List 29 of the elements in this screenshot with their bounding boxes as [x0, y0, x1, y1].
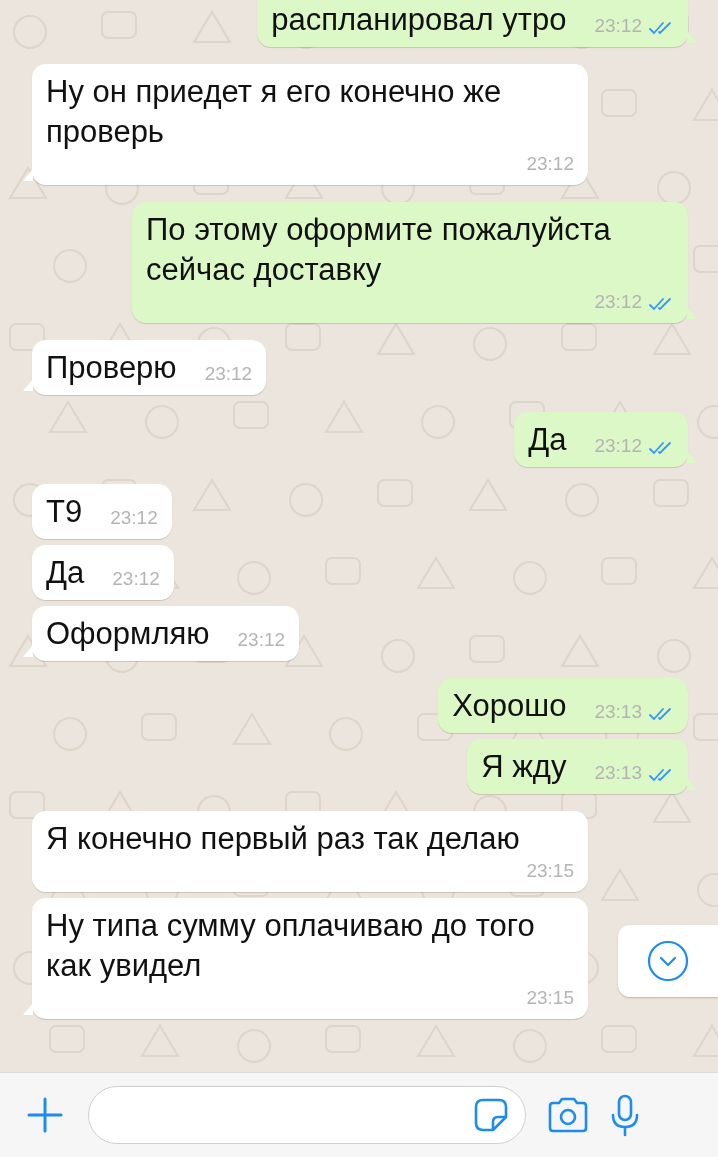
- message-text: Т9: [46, 493, 83, 531]
- camera-icon[interactable]: [546, 1096, 590, 1134]
- message-text: Оформляю: [46, 615, 210, 653]
- message-time: 23:12: [112, 567, 160, 591]
- message-time: 23:12: [594, 14, 642, 38]
- message-text: Хорошо: [452, 687, 567, 725]
- message-text: Я конечно первый раз так делаю: [46, 820, 521, 858]
- message-time: 23:12: [594, 434, 642, 458]
- scroll-down-button[interactable]: [618, 925, 718, 997]
- sticker-icon[interactable]: [473, 1097, 509, 1133]
- message-time: 23:15: [526, 986, 574, 1010]
- message-text: Проверю: [46, 349, 177, 387]
- message-time: 23:12: [237, 628, 286, 652]
- message-time: 23:12: [110, 506, 158, 530]
- microphone-icon[interactable]: [610, 1093, 640, 1137]
- message-time: 23:12: [594, 290, 642, 314]
- chevron-down-icon: [646, 939, 690, 983]
- message-time: 23:13: [594, 700, 642, 724]
- message-text: Я жду: [481, 748, 567, 786]
- message-time: 23:13: [594, 761, 642, 785]
- message-text: Ну типа сумму оплачиваю до того как увидел: [46, 907, 536, 985]
- message-text: Да: [46, 554, 85, 592]
- message-text: Да: [528, 421, 567, 459]
- message-time: 23:12: [526, 152, 574, 176]
- message-text: распланировал утро: [271, 1, 567, 39]
- message-time: 23:12: [204, 362, 253, 386]
- message-text: По этому оформите пожалуйста сейчас доставку: [146, 211, 612, 289]
- message-text: Ну он приедет я его конечно же проверь: [46, 73, 503, 151]
- message-time: 23:15: [526, 859, 574, 883]
